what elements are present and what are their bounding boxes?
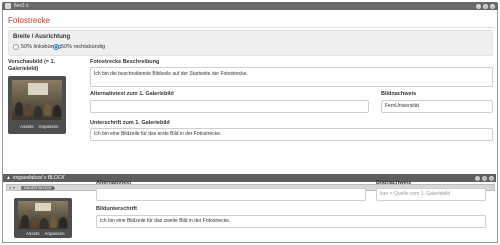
item-dropdown-icon[interactable]: ▾ [13,185,17,190]
preview-photo [12,80,62,120]
credit1-input[interactable]: FernUniversität [381,100,493,113]
divider [8,27,494,28]
block-minimize-button[interactable]: - [475,175,480,181]
item2-alt-input[interactable] [96,188,366,201]
module-icon [5,3,11,9]
block-add-button[interactable]: + [482,175,487,181]
description-label: Fotostrecke Beschreibung [90,59,160,65]
radio-left-dot[interactable] [13,44,19,50]
block-close-button[interactable]: × [489,175,494,181]
alt1-label: Alternativtext zum 1. Galeriebild [90,91,174,97]
caption1-input[interactable]: Ich bin eine Bildzeile für das erste Bil… [90,128,493,141]
item2-caption-label: Bildunterschrift [96,206,137,212]
minimize-button[interactable]: - [476,3,481,9]
credit1-label: Bildnachweis [381,91,417,97]
close-button[interactable]: × [490,3,495,9]
radio-right-label: 50% rechtsbündig [61,44,106,50]
width-alignment-label: Breite / Ausrichtung [13,34,71,40]
window-title: flex3 x [14,3,29,9]
block-header: ▲ imgaediaboxl x BLOCK - + × [3,174,496,182]
page-title: Fotostrecke [8,16,50,25]
alt1-input[interactable] [90,100,369,113]
caption1-label: Unterschrift zum 1. Galeriebild [90,120,170,126]
item-move-icon[interactable]: ▴ [53,185,57,190]
item2-credit-label: Bildnachweis [376,180,412,186]
item2-thumbnail[interactable]: Assets Anpassen [14,198,72,238]
maximize-button[interactable]: + [483,3,488,9]
preview-assets-button[interactable]: Assets [20,124,34,129]
radio-right-aligned[interactable]: 50% rechtsbündig [53,44,105,50]
item2-credit-input[interactable]: leer = Quelle vom 1. Galeriebild [376,188,486,201]
preview-thumbnail[interactable]: Assets Anpassen [8,76,66,134]
new-block-button[interactable]: NEUER BLOCK [21,185,55,190]
preview-adjust-button[interactable]: Anpassen [39,124,59,129]
block-title: imgaediaboxl x BLOCK [13,175,65,181]
preview-label: Vorschaubild (= 1. Galeriebild) [8,59,56,72]
item2-assets-button[interactable]: Assets [26,231,40,236]
item2-caption-input[interactable]: Ich bin eine Bildzeile für das zweite Bi… [96,215,486,228]
item2-adjust-button[interactable]: Anpassen [45,231,65,236]
radio-right-dot[interactable] [53,44,59,50]
item2-alt-label: Alternativtext [96,180,132,186]
collapse-arrow-icon[interactable]: ▲ [6,174,11,182]
item-number: 1 [9,185,12,190]
window-titlebar: flex3 x - + × [2,2,498,10]
item2-photo [18,201,68,229]
width-alignment-group: Breite / Ausrichtung 50% linksbündig 50%… [8,30,493,56]
description-textarea[interactable]: Ich bin die beschreibende Bildzeile auf … [90,67,493,87]
